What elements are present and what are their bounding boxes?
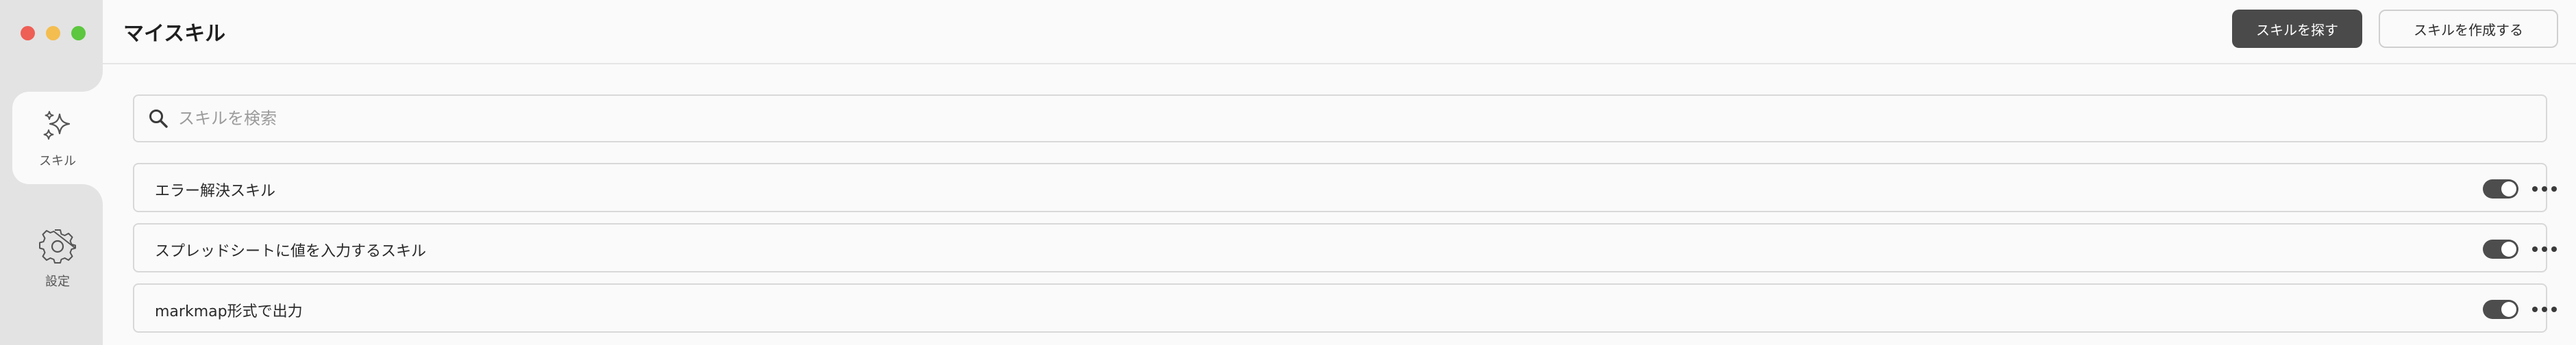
page-title: マイスキル: [123, 22, 226, 46]
more-options-button[interactable]: [2532, 298, 2557, 320]
gear-icon: [39, 229, 76, 264]
sidebar-item-label: スキル: [39, 153, 76, 168]
close-window-button[interactable]: [21, 26, 35, 40]
skill-row[interactable]: markmap形式で出力: [133, 283, 2557, 333]
toggle-knob: [2501, 242, 2516, 257]
more-dots-icon: [2532, 186, 2538, 192]
toggle-knob: [2501, 302, 2516, 317]
sidebar-item-label: 設定: [45, 274, 70, 289]
toggle-knob: [2501, 181, 2516, 196]
more-dots-icon: [2542, 186, 2547, 192]
find-skills-button[interactable]: スキルを探す: [2232, 10, 2362, 48]
more-dots-icon: [2551, 307, 2557, 312]
sidebar-item-skills[interactable]: スキル: [12, 92, 103, 184]
minimize-window-button[interactable]: [46, 26, 60, 40]
app-window: スキル 設定 マイスキル スキルを探す スキルを作成する エラー解決ス: [0, 0, 2576, 345]
more-dots-icon: [2542, 246, 2547, 252]
sidebar-tab-curve: [82, 71, 103, 92]
more-dots-icon: [2551, 246, 2557, 252]
skill-name: スプレッドシートに値を入力するスキル: [155, 243, 427, 260]
search-icon: [149, 110, 168, 128]
more-dots-icon: [2542, 307, 2547, 312]
sparkles-icon: [43, 110, 71, 140]
sidebar-item-settings[interactable]: 設定: [12, 212, 103, 305]
skill-name: markmap形式で出力: [155, 303, 303, 320]
search-bar[interactable]: [133, 94, 2547, 142]
skill-row[interactable]: エラー解決スキル: [133, 163, 2557, 212]
header: マイスキル スキルを探す スキルを作成する: [103, 0, 2576, 64]
skill-enabled-toggle[interactable]: [2483, 300, 2518, 319]
more-dots-icon: [2551, 186, 2557, 192]
skill-name: エラー解決スキル: [155, 183, 276, 200]
more-dots-icon: [2532, 246, 2538, 252]
more-options-button[interactable]: [2532, 178, 2557, 200]
skill-row[interactable]: スプレッドシートに値を入力するスキル: [133, 223, 2557, 272]
main-content: マイスキル スキルを探す スキルを作成する エラー解決スキル スプレッ: [103, 0, 2576, 345]
skill-enabled-toggle[interactable]: [2483, 240, 2518, 259]
skill-enabled-toggle[interactable]: [2483, 179, 2518, 199]
more-dots-icon: [2532, 307, 2538, 312]
maximize-window-button[interactable]: [71, 26, 86, 40]
search-input[interactable]: [177, 108, 2509, 129]
more-options-button[interactable]: [2532, 238, 2557, 260]
sidebar: スキル 設定: [0, 0, 103, 345]
sidebar-tab-curve: [82, 184, 103, 205]
create-skill-button[interactable]: スキルを作成する: [2379, 10, 2558, 48]
